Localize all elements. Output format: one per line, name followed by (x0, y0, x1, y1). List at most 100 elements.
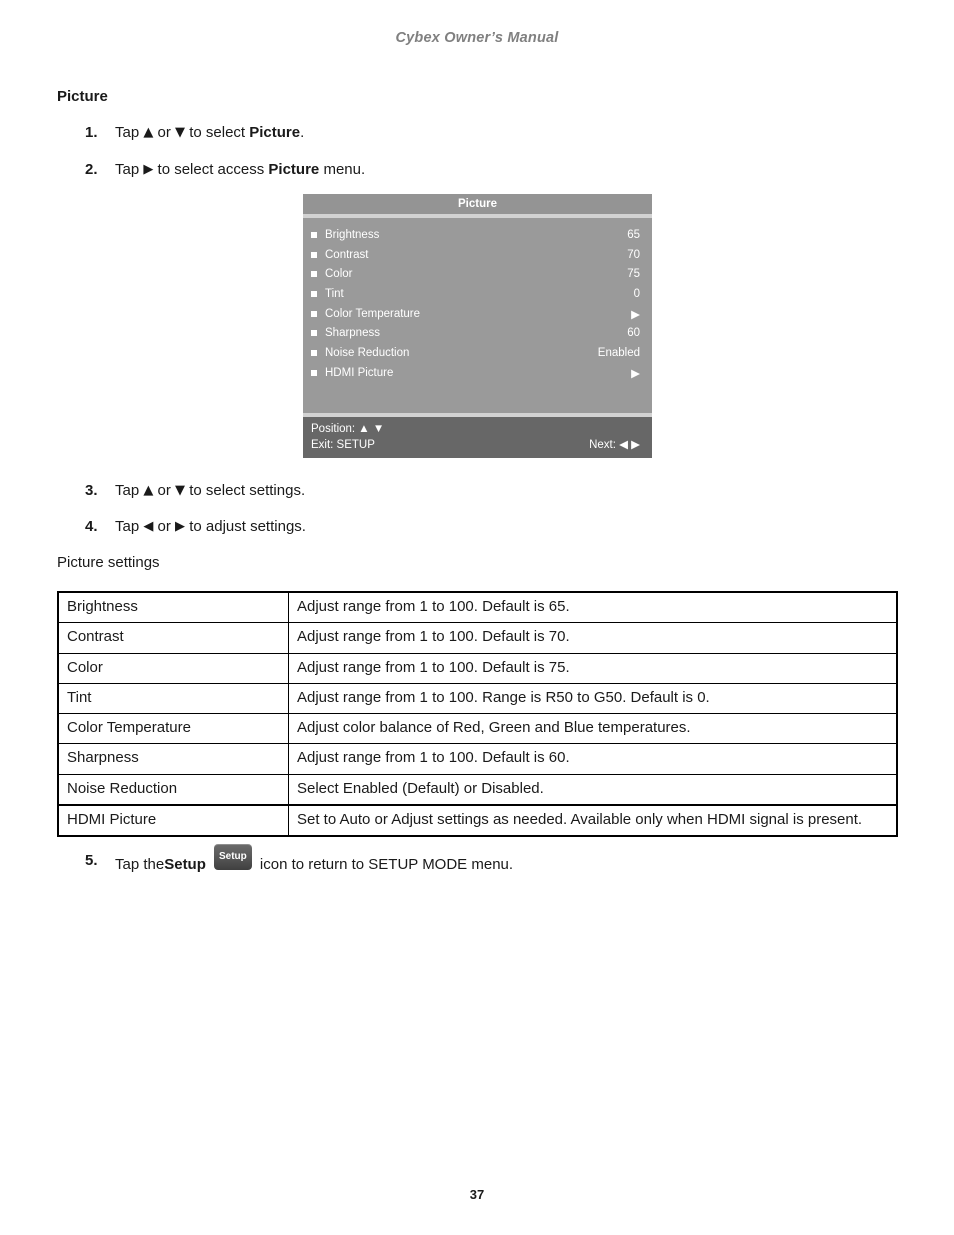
osd-position-hint: Position: ▲ ▼ (311, 423, 385, 435)
step-5: 5. Tap the Setup Setup icon to return to … (85, 844, 514, 878)
page-number: 37 (469, 1187, 485, 1202)
table-cell-setting: Color (57, 652, 289, 684)
step-3: 3. Tap ▲ or ▼ to select settings. (85, 482, 305, 500)
step-4-text: Tap ◀ or ▶ to adjust settings. (115, 518, 306, 536)
right-arrow-icon: ▶ (143, 162, 154, 177)
step-1: 1. Tap ▲ or ▼ to select Picture. (85, 124, 304, 142)
down-arrow-icon: ▼ (175, 483, 186, 498)
osd-label: Tint (325, 287, 344, 300)
step-1-mid: or (153, 124, 176, 141)
page-title: Picture (57, 88, 108, 105)
osd-label: Color (325, 268, 353, 281)
osd-footer: Position: ▲ ▼ Exit: SETUP Next: ◀ ▶ (303, 417, 652, 458)
osd-exit-hint: Exit: SETUP (311, 439, 375, 451)
step-1-pre: Tap (115, 124, 144, 141)
table-cell-description: Select Enabled (Default) or Disabled. (288, 773, 898, 806)
down-arrow-icon: ▼ (175, 125, 186, 140)
table-cell-setting: Brightness (57, 591, 289, 624)
step-2-pre: Tap (115, 161, 144, 178)
osd-label: Brightness (325, 228, 380, 241)
submenu-arrow-icon: ▶ (631, 367, 640, 380)
osd-footer-line-1: Position: ▲ ▼ (311, 421, 640, 437)
table-cell-description: Adjust range from 1 to 100. Default is 6… (288, 591, 898, 624)
table-row: Tint Adjust range from 1 to 100. Range i… (57, 682, 898, 715)
step-2-text: Tap ▶ to select access Picture menu. (115, 161, 365, 179)
osd-row-noise-reduction[interactable]: Noise Reduction Enabled (303, 343, 652, 363)
step-1-bold: Picture (249, 124, 301, 141)
osd-picture-menu: Picture Brightness 65 Contrast 70 Color … (303, 194, 652, 458)
step-2-number: 2. (85, 161, 98, 178)
up-arrow-icon: ▲ (143, 483, 154, 498)
osd-label: Noise Reduction (325, 346, 410, 359)
bullet-icon (311, 251, 317, 258)
step-2-post: to select access (153, 161, 269, 178)
osd-label: Contrast (325, 248, 369, 261)
left-arrow-icon: ◀ (143, 519, 154, 534)
table-row: Color Adjust range from 1 to 100. Defaul… (57, 652, 898, 684)
osd-body: Brightness 65 Contrast 70 Color 75 Tint … (303, 218, 652, 413)
osd-value: 0 (633, 287, 640, 300)
osd-value: 75 (627, 268, 640, 281)
osd-value: 65 (627, 228, 640, 241)
table-row: HDMI Picture Set to Auto or Adjust setti… (57, 803, 898, 838)
step-3-number: 3. (85, 482, 98, 499)
osd-label: Color Temperature (325, 307, 421, 320)
osd-title: Picture (303, 194, 652, 214)
step-1-number: 1. (85, 124, 98, 141)
step-5-number: 5. (85, 852, 98, 869)
step-3-text: Tap ▲ or ▼ to select settings. (115, 482, 305, 500)
submenu-arrow-icon: ▶ (631, 308, 640, 321)
table-caption: Picture settings (57, 554, 160, 571)
table-row: Contrast Adjust range from 1 to 100. Def… (57, 622, 898, 654)
table-cell-setting: Sharpness (57, 743, 289, 775)
table-row: Color Temperature Adjust color balance o… (57, 712, 898, 745)
osd-value: 60 (627, 327, 640, 340)
table-cell-setting: Color Temperature (57, 712, 289, 745)
table-cell-description: Adjust range from 1 to 100. Range is R50… (288, 682, 898, 715)
setup-button-icon[interactable]: Setup (213, 844, 252, 870)
osd-row-tint[interactable]: Tint 0 (303, 284, 652, 304)
step-4-mid: or (153, 518, 176, 535)
step-2: 2. Tap ▶ to select access Picture menu. (85, 161, 365, 179)
osd-row-color[interactable]: Color 75 (303, 264, 652, 284)
table-cell-description: Adjust color balance of Red, Green and B… (288, 712, 898, 745)
step-4-post: to adjust settings. (185, 518, 306, 535)
osd-row-sharpness[interactable]: Sharpness 60 (303, 323, 652, 343)
step-3-post: to select settings. (185, 482, 306, 499)
step-5-text: Tap the Setup Setup icon to return to SET… (115, 844, 514, 878)
table-cell-description: Set to Auto or Adjust settings as needed… (288, 803, 898, 838)
bullet-icon (311, 369, 317, 376)
right-arrow-icon: ▶ (175, 519, 186, 534)
osd-label: Sharpness (325, 327, 380, 340)
table-cell-setting: Contrast (57, 622, 289, 654)
step-2-tail: menu. (319, 161, 366, 178)
step-1-tail: . (300, 124, 305, 141)
osd-next-hint: Next: ◀ ▶ (589, 439, 640, 451)
bullet-icon (311, 231, 317, 238)
bullet-icon (311, 271, 317, 278)
up-arrow-icon: ▲ (143, 125, 154, 140)
osd-row-color-temperature[interactable]: Color Temperature ▶ (303, 304, 652, 324)
table-cell-description: Adjust range from 1 to 100. Default is 7… (288, 652, 898, 684)
step-5-post: icon to return to SETUP MODE menu. (259, 856, 514, 873)
bullet-icon (311, 310, 317, 317)
bullet-icon (311, 290, 317, 297)
table-cell-setting: Tint (57, 682, 289, 715)
osd-row-contrast[interactable]: Contrast 70 (303, 245, 652, 265)
table-cell-setting: Noise Reduction (57, 773, 289, 806)
running-header: Cybex Owner’s Manual (395, 30, 559, 46)
step-4: 4. Tap ◀ or ▶ to adjust settings. (85, 518, 306, 536)
osd-label: HDMI Picture (325, 366, 394, 379)
osd-row-brightness[interactable]: Brightness 65 (303, 225, 652, 245)
table-row: Brightness Adjust range from 1 to 100. D… (57, 591, 898, 624)
bullet-icon (311, 349, 317, 356)
table-cell-setting: HDMI Picture (57, 803, 289, 838)
step-5-bold: Setup (164, 856, 206, 873)
table-cell-description: Adjust range from 1 to 100. Default is 7… (288, 622, 898, 654)
step-3-mid: or (153, 482, 176, 499)
step-5-pre: Tap the (115, 856, 165, 873)
picture-settings-table: Brightness Adjust range from 1 to 100. D… (57, 591, 898, 838)
table-cell-description: Adjust range from 1 to 100. Default is 6… (288, 743, 898, 775)
osd-row-hdmi-picture[interactable]: HDMI Picture ▶ (303, 363, 652, 383)
osd-footer-line-2: Exit: SETUP Next: ◀ ▶ (311, 437, 640, 453)
